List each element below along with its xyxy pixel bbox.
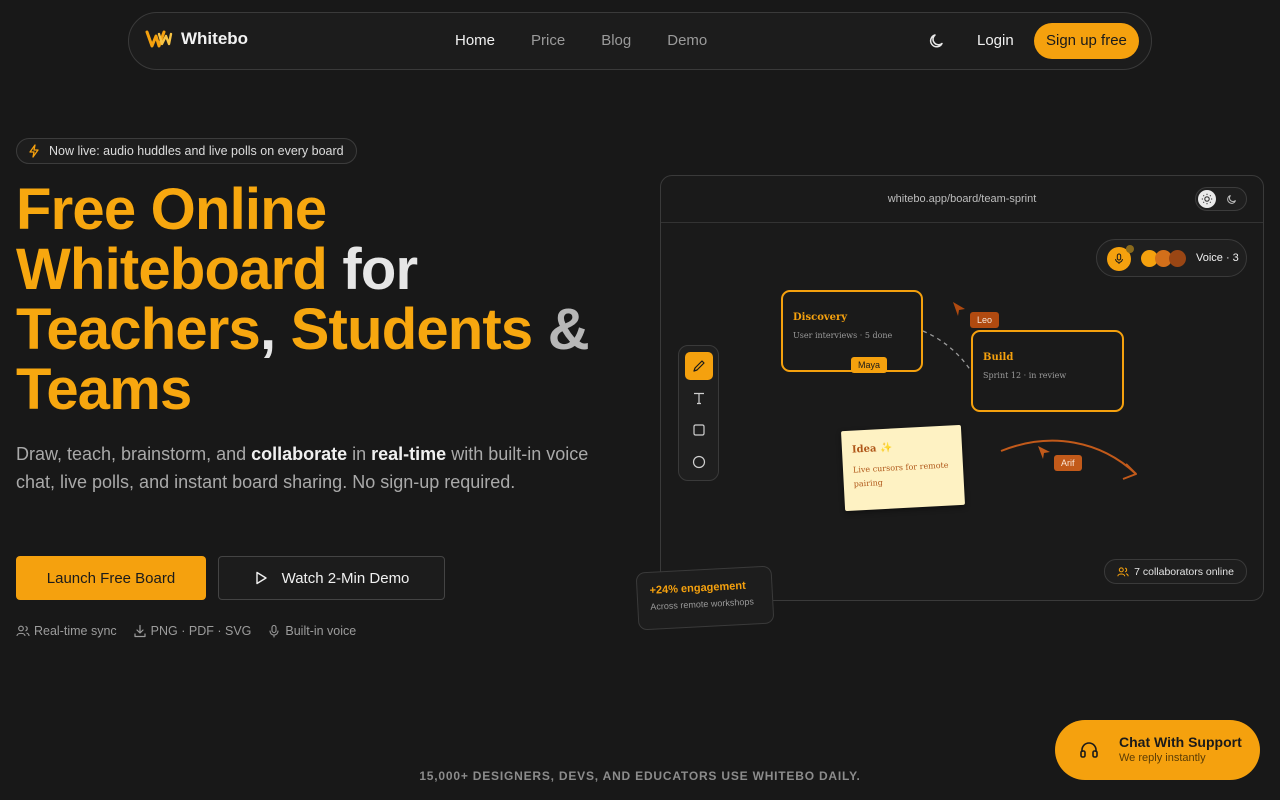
collaborators-badge: 7 collaborators online (1104, 559, 1247, 584)
play-icon (255, 571, 267, 585)
hero-description: Draw, teach, brainstorm, and collaborate… (16, 440, 606, 496)
sticky-note[interactable]: Idea ✨ Live cursors for remote pairing (840, 424, 966, 512)
headline-part: Teams (16, 357, 192, 422)
cursor-tag-maya: Maya (851, 357, 888, 373)
headline-part: , (260, 297, 276, 362)
headline-part: Students (290, 297, 534, 362)
headphones-icon (1080, 742, 1098, 758)
support-subtitle: We reply instantly (1119, 752, 1206, 764)
feature-item: Real-time sync (16, 624, 117, 638)
users-icon (1117, 566, 1129, 576)
announcement-text: Now live: audio huddles and live polls o… (49, 144, 344, 158)
feature-item: Built-in voice (267, 624, 356, 638)
cursor-tag-arif: Arif (1054, 455, 1082, 471)
canvas-drawings (833, 302, 1137, 480)
brand-logo[interactable]: Whitebo (145, 29, 248, 49)
watch-demo-label: Watch 2-Min Demo (281, 569, 410, 587)
feature-label: PNG · PDF · SVG (150, 624, 252, 638)
hero-headline: Free Online Whiteboard for Teachers, Stu… (16, 180, 656, 420)
feature-label: Built-in voice (285, 624, 357, 638)
download-icon (134, 624, 146, 638)
cursor-arif (1038, 446, 1050, 459)
card-subtitle: Sprint 12 · in review (983, 371, 1067, 380)
engagement-subtitle: Across remote workshops (650, 596, 755, 612)
lede-text: Draw, teach, brainstorm, and (16, 444, 252, 464)
arrow-head (1122, 463, 1137, 480)
card-title: Build (983, 352, 1014, 363)
nav-link-price[interactable]: Price (531, 32, 565, 49)
theme-toggle-button[interactable] (927, 31, 947, 51)
headline-part: Teachers (16, 297, 261, 362)
brand-name: Whitebo (181, 29, 249, 48)
sticky-text: Live cursors for remote pairing (852, 460, 949, 489)
mic-icon (269, 624, 279, 638)
users-icon (16, 625, 30, 637)
feature-item: PNG · PDF · SVG (133, 624, 252, 638)
lede-emphasis: collaborate (251, 444, 348, 464)
announcement-badge[interactable]: Now live: audio huddles and live polls o… (16, 138, 357, 164)
feature-list: Real-time sync PNG · PDF · SVG Built-in … (16, 624, 356, 638)
moon-icon (929, 34, 943, 48)
headline-part: & (547, 297, 590, 362)
lede-emphasis: real-time (371, 444, 447, 464)
nav-link-demo[interactable]: Demo (667, 32, 707, 49)
board-preview: whitebo.app/board/team-sprint Voice · 3 … (660, 175, 1264, 601)
signup-button[interactable]: Sign up free (1034, 23, 1139, 59)
top-navbar: Whitebo Home Price Blog Demo Login Sign … (128, 12, 1152, 70)
sticky-title: Idea ✨ (851, 442, 893, 456)
launch-board-button[interactable]: Launch Free Board (16, 556, 206, 600)
login-link[interactable]: Login (977, 32, 1014, 49)
cursor-leo (953, 302, 965, 316)
engagement-badge: +24% engagement Across remote workshops (635, 565, 775, 631)
lede-text: in (347, 444, 372, 464)
headline-part: Free Online (16, 177, 327, 242)
social-proof-text: 15,000+ DESIGNERS, DEVS, AND EDUCATORS U… (419, 769, 861, 783)
build-card[interactable]: Build Sprint 12 · in review (971, 330, 1124, 412)
nav-link-blog[interactable]: Blog (601, 32, 631, 49)
headline-part: Whiteboard (16, 237, 328, 302)
whitebo-logo-icon (145, 30, 173, 48)
card-title: Discovery (793, 312, 848, 323)
card-subtitle: User interviews · 5 done (793, 331, 893, 340)
feature-label: Real-time sync (34, 624, 117, 638)
nav-link-home[interactable]: Home (455, 32, 495, 49)
watch-demo-button[interactable]: Watch 2-Min Demo (218, 556, 445, 600)
lightning-icon (29, 144, 39, 158)
cursor-tag-leo: Leo (970, 312, 1000, 328)
nav-links: Home Price Blog Demo (455, 32, 707, 49)
collaborators-label: 7 collaborators online (1134, 565, 1234, 578)
headline-part: for (342, 237, 418, 302)
support-title: Chat With Support (1119, 734, 1242, 750)
connector-line (922, 330, 972, 372)
engagement-title: +24% engagement (649, 579, 747, 597)
